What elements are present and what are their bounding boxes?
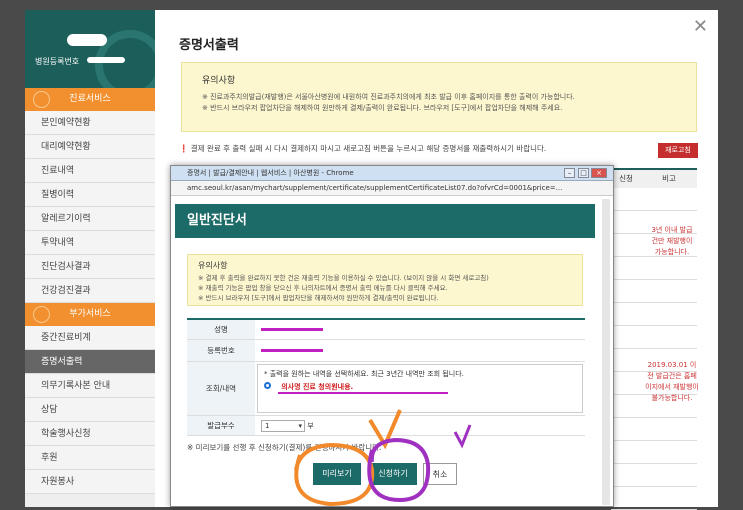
orange-circle: [294, 442, 375, 507]
purple-check: [453, 424, 472, 449]
annotation-overlay: [294, 409, 472, 507]
purple-circle: [367, 437, 431, 503]
